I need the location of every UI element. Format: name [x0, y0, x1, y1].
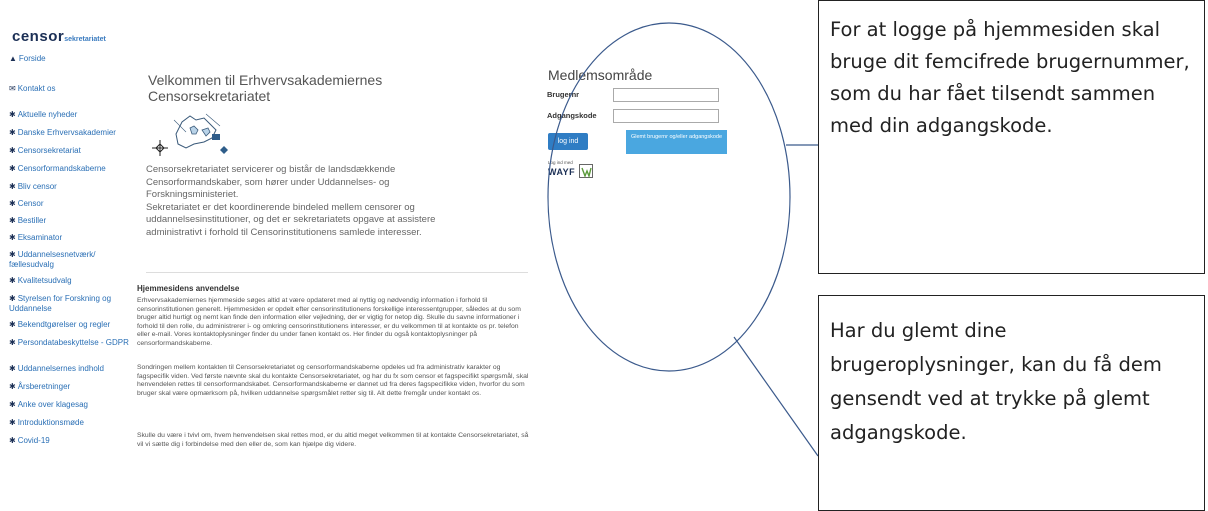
callout-forgot-info: Har du glemt dine brugeroplysninger, kan… — [818, 295, 1205, 511]
callout-login-info: For at logge på hjemmesiden skal bruge d… — [818, 0, 1205, 274]
highlight-ellipse — [547, 22, 791, 372]
connector-line-bottom — [733, 336, 819, 457]
